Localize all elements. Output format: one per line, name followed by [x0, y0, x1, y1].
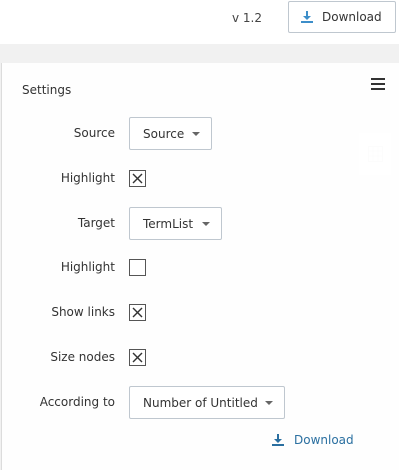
- source-select-value: Source: [143, 126, 185, 141]
- settings-title: Settings: [22, 83, 72, 97]
- target-select-value: TermList: [143, 216, 194, 231]
- hamburger-menu-icon[interactable]: [371, 78, 385, 90]
- settings-download-link[interactable]: Download: [272, 433, 354, 447]
- size-nodes-checkbox[interactable]: [129, 349, 146, 366]
- according-to-select[interactable]: Number of Untitled: [129, 386, 285, 419]
- download-button-label: Download: [322, 10, 382, 24]
- according-to-select-value: Number of Untitled: [143, 395, 258, 410]
- show-links-checkbox[interactable]: [129, 304, 146, 321]
- source-select[interactable]: Source: [129, 117, 212, 150]
- source-label: Source: [73, 126, 115, 140]
- show-links-label: Show links: [51, 305, 115, 319]
- download-icon: [301, 11, 313, 23]
- highlight-source-label: Highlight: [60, 171, 115, 185]
- highlight-target-checkbox[interactable]: [129, 259, 146, 276]
- according-to-label: According to: [39, 395, 115, 409]
- version-label: v 1.2: [232, 11, 262, 25]
- highlight-target-label: Highlight: [60, 260, 115, 274]
- download-button[interactable]: Download: [288, 1, 396, 33]
- settings-panel: Settings Source Source Highlight Target …: [1, 63, 399, 470]
- highlight-source-checkbox[interactable]: [129, 170, 146, 187]
- download-icon: [272, 434, 284, 446]
- check-x-icon: [132, 173, 143, 184]
- chevron-down-icon: [265, 401, 273, 405]
- target-label: Target: [77, 216, 115, 230]
- size-nodes-label: Size nodes: [50, 350, 115, 364]
- top-bar: v 1.2 Download: [0, 0, 399, 44]
- settings-download-label: Download: [294, 433, 354, 447]
- chevron-down-icon: [202, 222, 210, 226]
- chevron-down-icon: [192, 132, 200, 136]
- target-select[interactable]: TermList: [129, 207, 222, 240]
- check-x-icon: [132, 352, 143, 363]
- check-x-icon: [132, 307, 143, 318]
